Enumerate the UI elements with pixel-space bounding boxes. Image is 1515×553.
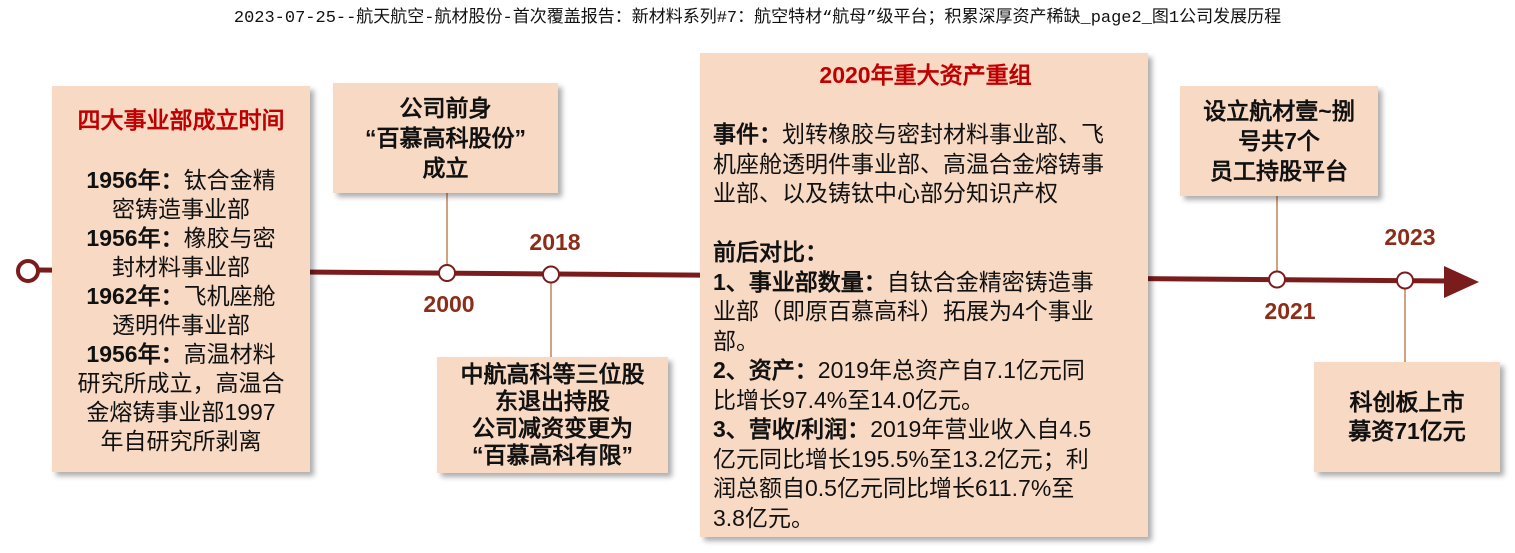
event-line: 事件：划转橡胶与密封材料事业部、飞 (713, 120, 1138, 150)
timeline-node-2021 (1268, 270, 1286, 289)
entry-year: 1962年： (86, 283, 184, 309)
event-label: 事件： (713, 121, 782, 147)
entry-text: 透明件事业部 (112, 312, 250, 338)
comparison-heading: 前后对比： (713, 239, 828, 265)
timeline-start-marker (16, 259, 40, 283)
business-units-title: 四大事业部成立时间 (77, 107, 285, 133)
year-label-2018: 2018 (529, 229, 581, 255)
timeline-node-2000 (438, 264, 456, 282)
year-label-2023: 2023 (1384, 224, 1436, 250)
box-text: 号共7个 (1238, 128, 1320, 154)
shareholder-exit-box: 中航高科等三位股 东退出持股 公司减资变更为 “百慕高科有限” (437, 357, 668, 473)
item-text: 业部（即原百慕高科）拓展为4个事业 (713, 298, 1094, 324)
restructuring-title: 2020年重大资产重组 (819, 62, 1032, 88)
restructuring-box: 2020年重大资产重组 事件：划转橡胶与密封材料事业部、飞 机座舱透明件事业部、… (700, 53, 1148, 537)
timeline-node-2018 (542, 265, 560, 284)
box-text: “百慕高科有限” (472, 442, 633, 468)
business-unit-entry: 1956年：高温材料 (52, 340, 310, 369)
comparison-item: 2、资产：2019年总资产自7.1亿元同 (713, 356, 1138, 386)
item-label: 3、营收/利润： (713, 416, 871, 442)
item-text: 2019年营业收入自4.5 (870, 416, 1092, 442)
item-text: 润总额自0.5亿元同比增长611.7%至 (713, 475, 1075, 501)
box-text: 设立航材壹~捌 (1203, 98, 1355, 124)
item-text: 亿元同比增长195.5%至13.2亿元；利 (713, 445, 1089, 472)
entry-text: 密铸造事业部 (112, 196, 250, 222)
box-text: “百慕高科股份” (365, 125, 526, 151)
entry-text: 高温材料 (183, 341, 276, 367)
event-text: 业部、以及铸钛中心部分知识产权 (713, 180, 1058, 206)
box-text: 中航高科等三位股 (460, 361, 645, 387)
business-units-list: 1956年：钛合金精 密铸造事业部 1956年：橡胶与密 封材料事业部 1962… (52, 166, 310, 456)
ipo-box: 科创板上市 募资71亿元 (1314, 362, 1500, 472)
box-text: 员工持股平台 (1210, 158, 1348, 184)
item-text: 3.8亿元。 (713, 504, 814, 531)
year-label-2021: 2021 (1264, 298, 1316, 324)
comparison-item: 3、营收/利润：2019年营业收入自4.5 (713, 415, 1138, 445)
entry-text: 钛合金精 (183, 167, 276, 193)
entry-year: 1956年： (86, 225, 184, 251)
business-unit-entry: 1956年：钛合金精 (52, 166, 310, 195)
business-units-box: 四大事业部成立时间 1956年：钛合金精 密铸造事业部 1956年：橡胶与密 封… (52, 86, 310, 472)
esop-box: 设立航材壹~捌 号共7个 员工持股平台 (1180, 86, 1378, 196)
timeline-node-2023 (1396, 271, 1414, 290)
comparison-item: 1、事业部数量：自钛合金精密铸造事 (713, 268, 1138, 298)
box-text: 科创板上市 (1349, 389, 1465, 415)
business-unit-entry: 1956年：橡胶与密 (52, 224, 310, 253)
item-text: 2019年总资产自7.1亿元同 (817, 357, 1085, 383)
business-unit-entry: 1962年：飞机座舱 (52, 282, 310, 311)
entry-year: 1956年： (86, 341, 184, 367)
event-text: 划转橡胶与密封材料事业部、飞 (782, 121, 1104, 147)
item-text: 比增长97.4%至14.0亿元。 (713, 386, 984, 413)
entry-text: 金熔铸事业部1997 (86, 399, 276, 425)
entry-text: 橡胶与密 (183, 225, 276, 251)
item-label: 1、事业部数量： (713, 268, 887, 295)
box-text: 公司减资变更为 (472, 415, 633, 441)
item-text: 部。 (713, 327, 759, 354)
year-label-2000: 2000 (423, 291, 475, 317)
entry-text: 飞机座舱 (183, 283, 276, 309)
entry-year: 1956年： (86, 167, 184, 193)
box-text: 公司前身 (399, 95, 492, 121)
box-text: 募资71亿元 (1348, 418, 1466, 444)
predecessor-box: 公司前身 “百慕高科股份” 成立 (333, 83, 558, 193)
entry-text: 研究所成立，高温合 (77, 370, 285, 396)
entry-text: 年自研究所剥离 (100, 428, 262, 454)
arrowhead-icon (1444, 266, 1479, 298)
item-label: 2、资产： (713, 357, 818, 383)
box-text: 东退出持股 (495, 388, 610, 414)
event-text: 机座舱透明件事业部、高温合金熔铸事 (713, 150, 1104, 177)
entry-text: 封材料事业部 (112, 254, 250, 280)
item-text: 自钛合金精密铸造事 (886, 268, 1094, 295)
box-text: 成立 (422, 155, 469, 181)
